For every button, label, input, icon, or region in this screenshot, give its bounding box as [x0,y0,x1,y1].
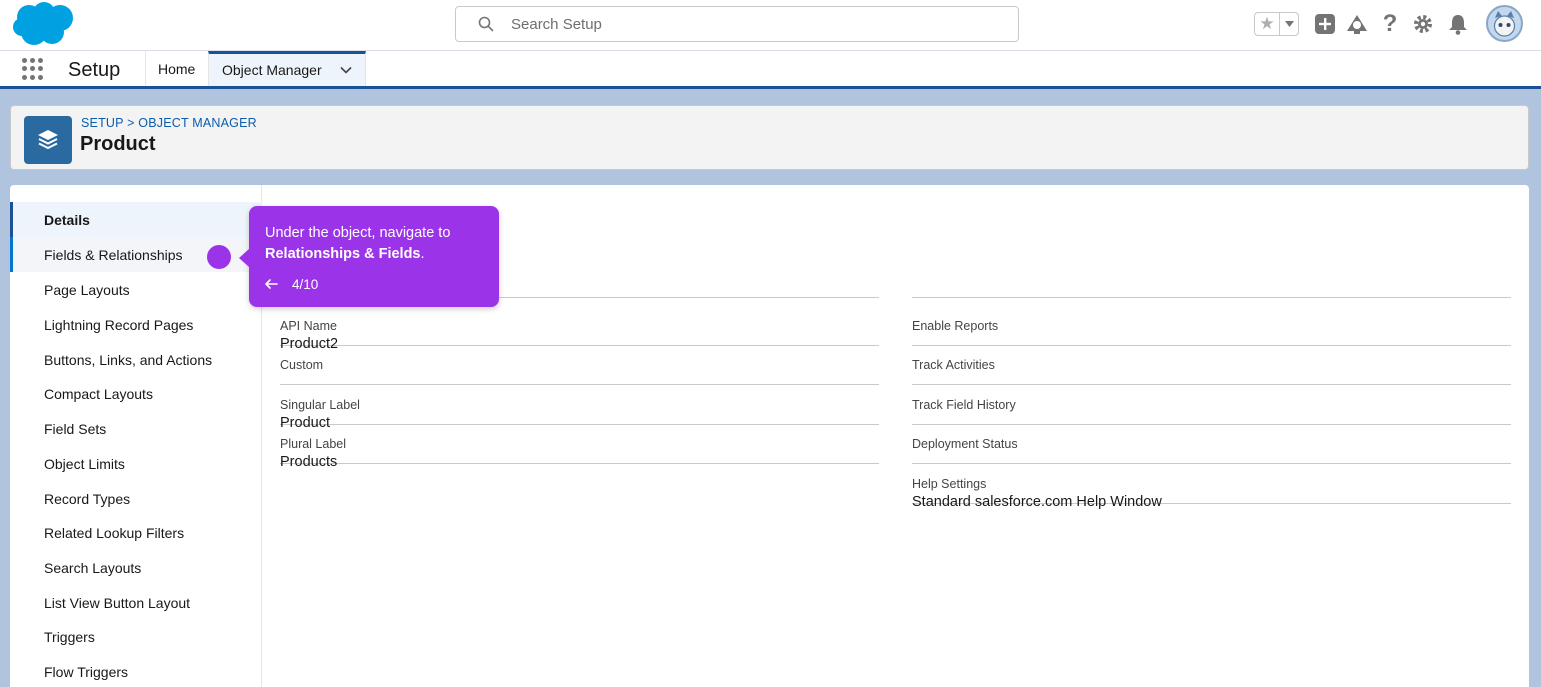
global-search[interactable] [455,6,1019,42]
setup-gear-icon[interactable] [1411,11,1435,37]
nav-tab-home[interactable]: Home [145,51,208,86]
field-label: Track Activities [912,358,995,372]
detail-field-help-settings: Help Settings Standard salesforce.com He… [912,464,1511,510]
nav-tab-label: Home [158,60,196,77]
page-title: Product [80,133,156,155]
nav-tab-label: Object Manager [222,62,322,78]
favorites-group: ★ [1254,12,1299,36]
sidebar-item-object-limits[interactable]: Object Limits [10,446,262,481]
search-input[interactable] [511,7,991,41]
detail-field-enable-reports: Enable Reports [912,306,1511,346]
field-label: Deployment Status [912,437,1018,451]
app-launcher-icon[interactable] [22,58,44,80]
sidebar-item-field-sets[interactable]: Field Sets [10,411,262,446]
breadcrumb[interactable]: SETUP > OBJECT MANAGER [81,116,257,130]
field-label: Enable Reports [912,319,999,333]
detail-field-custom: Custom [280,345,879,385]
divider [912,297,1511,298]
tour-text-suffix: . [420,246,425,262]
tour-hotspot-dot[interactable] [207,245,231,269]
notifications-bell-icon[interactable] [1446,11,1470,37]
detail-field-singular-label: Singular Label Product [280,385,879,431]
tour-step-counter: 4/10 [292,277,319,292]
tour-tooltip: Under the object, navigate to Relationsh… [239,206,499,307]
sidebar-item-list-view-button-layout[interactable]: List View Button Layout [10,585,262,620]
field-label: Custom [280,358,324,372]
detail-field-track-activities: Track Activities [912,345,1511,385]
app-nav-bar: Setup Home Object Manager [0,51,1541,89]
object-manager-icon [24,116,72,164]
back-arrow-icon[interactable] [263,276,279,292]
global-actions-add-icon[interactable] [1313,11,1337,37]
sidebar-item-lightning-record-pages[interactable]: Lightning Record Pages [10,307,262,342]
field-label: Singular Label [280,398,360,412]
sidebar-item-buttons-links-actions[interactable]: Buttons, Links, and Actions [10,342,262,377]
page-header: SETUP > OBJECT MANAGER Product [10,105,1529,170]
field-label: Help Settings [912,477,987,491]
detail-field-track-field-history: Track Field History [912,385,1511,425]
sidebar-item-triggers[interactable]: Triggers [10,619,262,654]
sidebar-item-related-lookup-filters[interactable]: Related Lookup Filters [10,515,262,550]
object-detail-card: Details Fields & Relationships Page Layo… [10,185,1529,687]
user-avatar[interactable] [1486,5,1523,42]
field-value: Standard salesforce.com Help Window [912,494,1162,510]
salesforce-logo[interactable] [12,2,76,46]
sidebar-item-search-layouts[interactable]: Search Layouts [10,550,262,585]
help-icon[interactable]: ? [1378,10,1402,37]
sidebar-item-flow-triggers[interactable]: Flow Triggers [10,654,262,687]
search-icon [478,16,494,32]
detail-field-deployment-status: Deployment Status [912,424,1511,464]
field-value: Products [280,454,338,470]
chevron-down-icon[interactable] [339,63,353,77]
sidebar-item-page-layouts[interactable]: Page Layouts [10,272,262,307]
favorite-star-icon[interactable]: ★ [1255,13,1280,35]
app-name: Setup [68,59,121,81]
tour-text-prefix: Under the object, navigate to [265,225,451,241]
detail-field-api-name: API Name Product2 [280,306,879,352]
sidebar-item-record-types[interactable]: Record Types [10,481,262,516]
trailhead-icon[interactable] [1345,11,1369,37]
nav-tab-object-manager[interactable]: Object Manager [208,51,366,86]
field-label: Plural Label [280,437,347,451]
tour-text-bold: Relationships & Fields [265,246,421,262]
sidebar-item-compact-layouts[interactable]: Compact Layouts [10,376,262,411]
field-label: API Name [280,319,337,333]
favorites-dropdown-icon[interactable] [1280,13,1298,35]
global-header: ★ ? [0,0,1541,51]
tour-tooltip-message: Under the object, navigate to Relationsh… [265,223,490,265]
field-label: Track Field History [912,398,1016,412]
sidebar-item-details[interactable]: Details [10,202,262,237]
detail-field-plural-label: Plural Label Products [280,424,879,470]
